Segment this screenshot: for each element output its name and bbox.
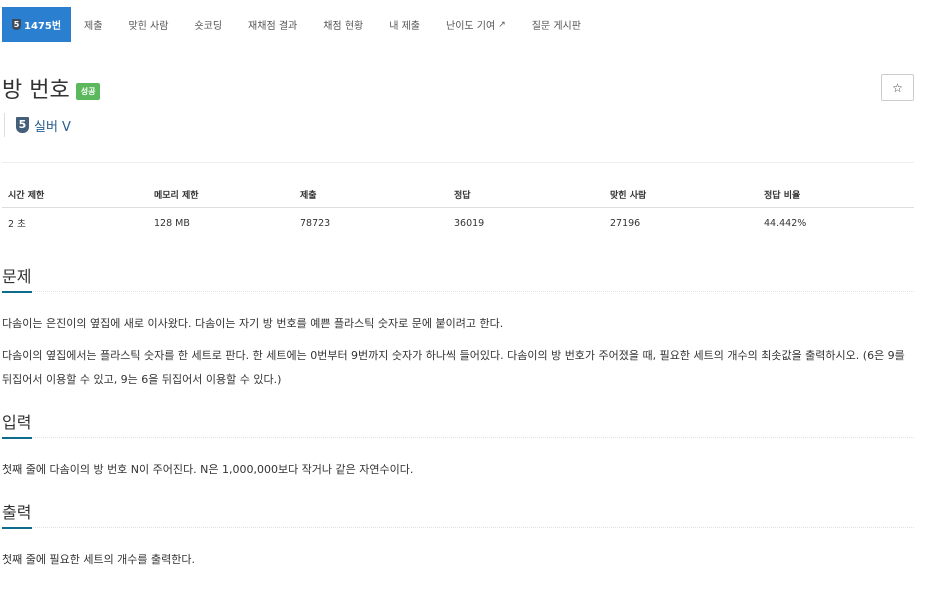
section-header: 입력 [2,409,914,439]
table-cell: 128 MB [154,217,190,229]
nav-my-submissions-tab[interactable]: 내 제출 [376,7,433,42]
table-row: 2 초 128 MB 78723 36019 27196 44.442% [2,208,914,239]
table-header: 맞힌 사람 [604,180,758,208]
paragraph: 첫째 줄에 다솜이의 방 번호 N이 주어진다. N은 1,000,000보다 … [2,463,414,476]
table-cell: 44.442% [764,217,807,229]
page-title: 방 번호 [2,78,70,103]
section-body: 첫째 줄에 다솜이의 방 번호 N이 주어진다. N은 1,000,000보다 … [2,458,914,482]
nav-rejudge-tab[interactable]: 재채점 결과 [235,7,310,42]
nav-submit-tab[interactable]: 제출 [71,7,115,42]
table-cell: 2 초 [8,219,26,230]
section-underline [2,291,32,293]
divider [2,162,914,163]
section-body: 첫째 줄에 필요한 세트의 개수를 출력한다. [2,548,914,572]
table-header-row: 시간 제한 메모리 제한 제출 정답 맞힌 사람 정답 비율 [2,180,914,208]
paragraph: 첫째 줄에 필요한 세트의 개수를 출력한다. [2,553,196,566]
nav-short-coding-tab[interactable]: 숏코딩 [181,7,235,42]
section-body: 다솜이는 은진이의 옆집에 새로 이사왔다. 다솜이는 자기 방 번호를 예쁜 … [2,312,914,392]
paragraph: 다솜이는 은진이의 옆집에 새로 이사왔다. 다솜이는 자기 방 번호를 예쁜 … [2,317,504,330]
problem-header: 방 번호 성공 [2,72,101,104]
star-icon: ☆ [892,80,903,95]
problem-info-table: 시간 제한 메모리 제한 제출 정답 맞힌 사람 정답 비율 2 초 128 M… [2,180,914,238]
nav-board-tab[interactable]: 질문 게시판 [519,7,594,42]
input-section: 입력 첫째 줄에 다솜이의 방 번호 N이 주어진다. N은 1,000,000… [2,409,914,482]
table-cell: 78723 [300,217,331,229]
table-header: 시간 제한 [2,180,148,208]
output-section: 출력 첫째 줄에 필요한 세트의 개수를 출력한다. [2,499,914,572]
silver-tier-icon: 5 [16,117,29,133]
star-button[interactable]: ☆ [881,74,914,101]
tier-label: 실버 V [34,119,71,135]
nav-problem-tab[interactable]: 5 1475번 [2,7,72,42]
problem-nav: 5 1475번 제출 맞힌 사람 숏코딩 재채점 결과 채점 현황 내 제출 난… [2,7,594,42]
nav-problem-id: 1475번 [24,21,62,32]
section-header: 출력 [2,499,914,529]
nav-status-tab[interactable]: 채점 현황 [310,7,376,42]
section-underline [2,437,32,439]
table-cell: 36019 [454,217,485,229]
table-cell: 27196 [610,217,641,229]
table-header: 정답 비율 [758,180,914,208]
paragraph: 다솜이의 옆집에서는 플라스틱 숫자를 한 세트로 판다. 한 세트에는 0번부… [2,349,905,386]
nav-difficulty-label: 난이도 기여 [446,21,496,32]
section-title: 출력 [2,503,32,522]
section-title: 문제 [2,267,32,286]
table-header: 제출 [294,180,448,208]
problem-description-section: 문제 다솜이는 은진이의 옆집에 새로 이사왔다. 다솜이는 자기 방 번호를 … [2,263,914,392]
section-header: 문제 [2,263,914,293]
status-badge: 성공 [75,82,101,100]
table-header: 정답 [448,180,604,208]
silver-tier-icon: 5 [12,19,21,30]
section-underline [2,527,32,529]
nav-solved-users-tab[interactable]: 맞힌 사람 [115,7,181,42]
nav-difficulty-tab[interactable]: 난이도 기여 ↗ [433,7,519,42]
external-link-icon: ↗ [498,19,506,30]
table-header: 메모리 제한 [148,180,294,208]
section-title: 입력 [2,413,32,432]
problem-tier[interactable]: 5 실버 V [4,113,71,137]
